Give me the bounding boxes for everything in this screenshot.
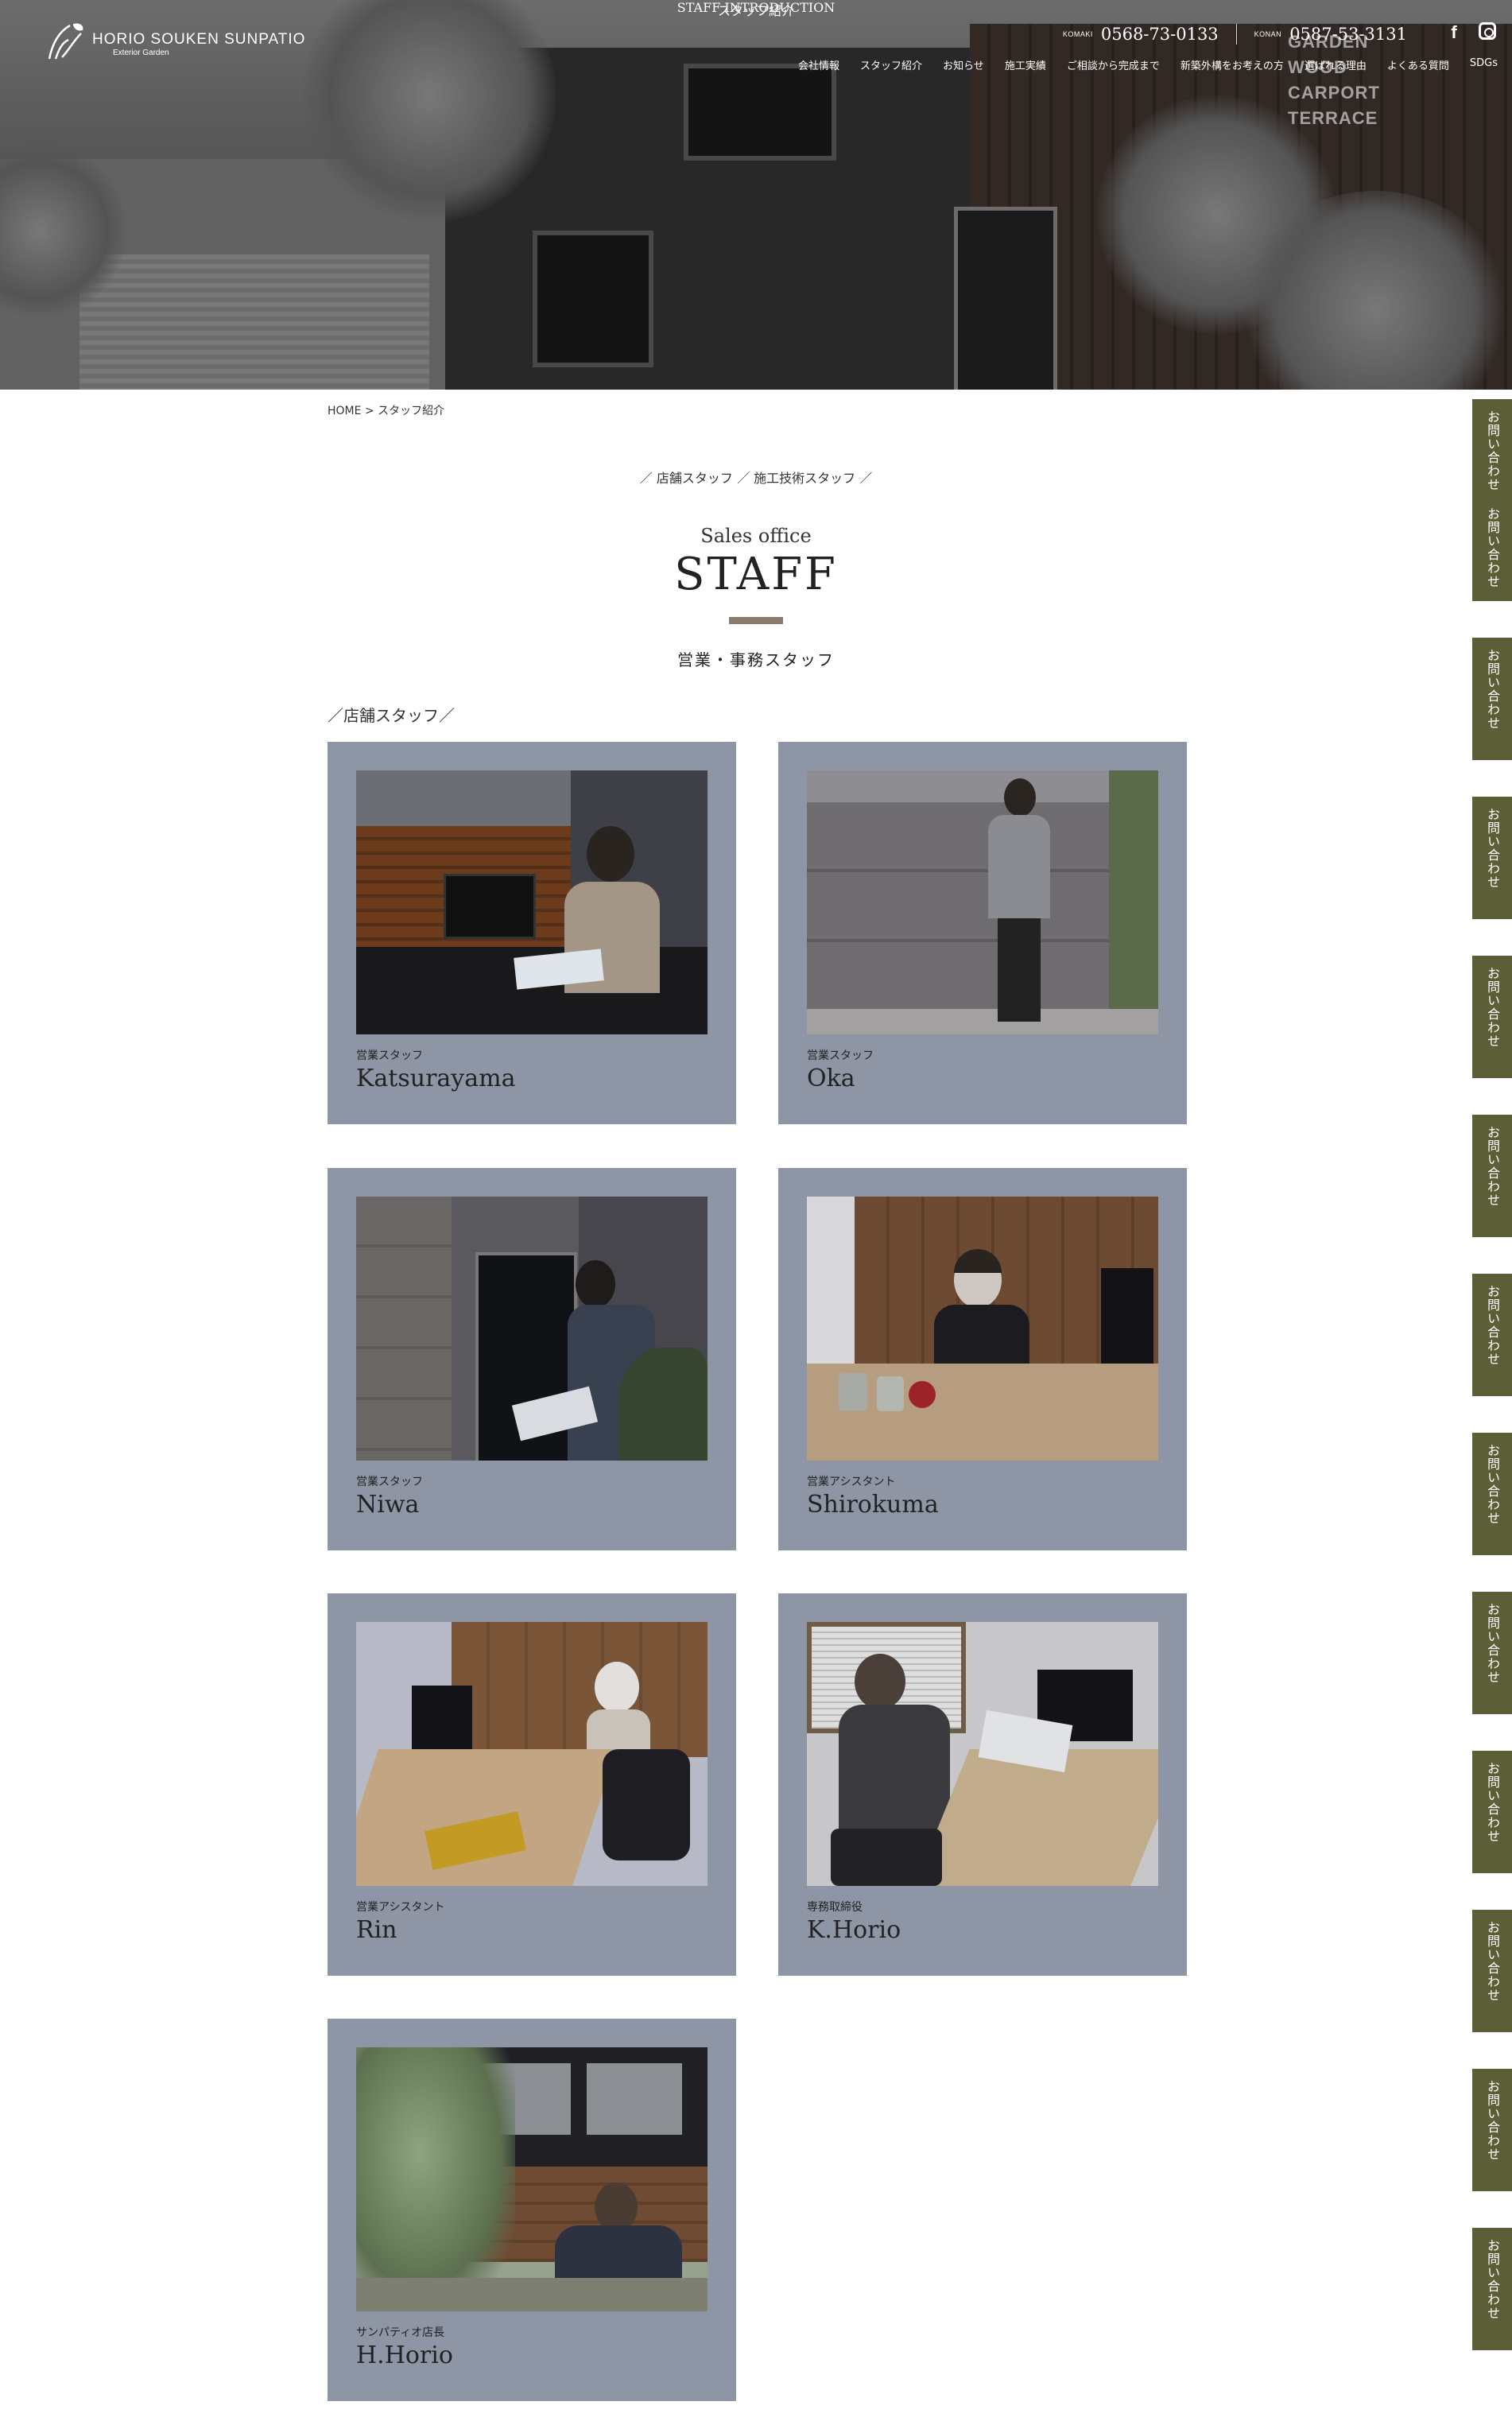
staff-name: Niwa [356,1491,420,1519]
logo-mark-icon [38,19,87,68]
side-contact-tab[interactable]: お問い合わせ [1472,797,1512,919]
facebook-icon[interactable]: f [1444,22,1464,43]
site-logo[interactable]: HORIO SOUKEN SUNPATIO Exterior Garden [38,19,305,68]
logo-text: HORIO SOUKEN SUNPATIO [92,30,306,48]
side-contact-tab-label: お問い合わせ [1485,649,1500,730]
phone-number-link[interactable]: 0568-73-0133 [1101,25,1219,44]
staff-photo [807,770,1158,1034]
hero-title-ja: スタッフ紹介 [717,3,794,18]
phone-area-label: KOMAKI [1062,30,1093,38]
side-contact-tab[interactable]: お問い合わせ [1472,1115,1512,1237]
section-label-en: Sales office [700,525,812,547]
side-contact-tab[interactable]: お問い合わせ [1472,638,1512,760]
staff-role: 営業スタッフ [807,1049,874,1062]
global-nav: 会社情報 スタッフ紹介 お知らせ 施工実績 ご相談から完成まで 新築外構をお考え… [798,57,1498,72]
group-label: ／店舗スタッフ／ [328,706,455,725]
breadcrumb: HOME > スタッフ紹介 [328,402,444,418]
staff-card: 専務取締役 K.Horio [778,1593,1187,1976]
staff-role: 営業アシスタント [807,1476,896,1488]
side-contact-tab[interactable]: お問い合わせ [1472,1751,1512,1873]
staff-card: 営業スタッフ Niwa [328,1168,736,1550]
staff-card: 営業スタッフ Katsurayama [328,742,736,1124]
side-contact-tab-label: お問い合わせ [1485,967,1500,1048]
staff-photo [356,1197,708,1461]
side-contact-tab[interactable]: お問い合わせ [1472,2069,1512,2191]
phone-numbers: KOMAKI 0568-73-0133 KONAN 0587-53-3131 [1063,24,1407,45]
staff-role: 営業スタッフ [356,1049,423,1062]
staff-photo [807,1197,1158,1461]
side-contact-tab[interactable]: お問い合わせ [1472,1274,1512,1396]
staff-role: 営業スタッフ [356,1476,423,1488]
staff-name: K.Horio [807,1916,901,1944]
staff-photo [356,2047,708,2311]
side-contact-tab-label: お問い合わせ [1485,2080,1500,2161]
staff-name: Katsurayama [356,1065,516,1092]
breadcrumb-home-link[interactable]: HOME [328,405,361,417]
staff-card: 営業アシスタント Shirokuma [778,1168,1187,1550]
staff-anchor-nav: ／ 店舗スタッフ ／ 施工技術スタッフ ／ [0,468,1512,487]
side-contact-tab-label: お問い合わせ [1485,1285,1500,1366]
section-subtitle: 営業・事務スタッフ [677,650,835,669]
breadcrumb-separator: > [364,405,374,417]
staff-name: Rin [356,1916,397,1944]
nav-item-new-build[interactable]: 新築外構をお考えの方 [1181,57,1284,72]
staff-photo [356,770,708,1034]
nav-item-staff[interactable]: スタッフ紹介 [860,57,922,72]
hero-banner: GARDEN WOOD CARPORT TERRACE HORIO SOUKEN… [0,0,1512,390]
staff-role: 専務取締役 [807,1901,863,1914]
social-links: f [1444,22,1496,43]
subnav-item-construction-staff[interactable]: 施工技術スタッフ [754,471,855,486]
side-contact-tab-label: お問い合わせ [1485,1444,1500,1525]
side-contact-tab-label: お問い合わせ [1485,1603,1500,1684]
phone-number-link[interactable]: 0587-53-3131 [1289,25,1407,44]
side-contact-tab[interactable]: お問い合わせ [1472,1910,1512,2032]
side-contact-tab-label: お問い合わせ [1485,2239,1500,2320]
nav-item-sdgs[interactable]: SDGs [1470,57,1498,72]
nav-item-news[interactable]: お知らせ [943,57,984,72]
side-contact-tab[interactable]: お問い合わせ [1472,1592,1512,1714]
side-contact-tab-label: お問い合わせ [1485,1921,1500,2002]
nav-item-faq[interactable]: よくある質問 [1387,57,1449,72]
section-title-underline [729,617,783,624]
staff-photo [356,1622,708,1886]
instagram-icon[interactable] [1479,22,1496,40]
staff-card: 営業スタッフ Oka [778,742,1187,1124]
side-contact-tab[interactable]: お問い合わせ [1472,1433,1512,1555]
side-contact-tab-label: お問い合わせ [1485,1762,1500,1843]
staff-role: サンパティオ店長 [356,2326,445,2339]
side-contact-tab[interactable]: お問い合わせ [1472,956,1512,1078]
breadcrumb-current: スタッフ紹介 [378,405,445,417]
side-contact-tab-label: お問い合わせ お問い合わせ [1485,410,1500,588]
subnav-separator: ／ [859,471,873,486]
side-contact-tab[interactable]: お問い合わせ [1472,2228,1512,2350]
nav-item-reasons[interactable]: 選ばれる理由 [1305,57,1367,72]
subnav-separator: ／ [639,471,653,486]
phone-divider [1235,24,1237,45]
staff-role: 営業アシスタント [356,1901,445,1914]
subnav-separator: ／ [736,471,750,486]
section-title: STAFF [674,549,838,600]
nav-item-works[interactable]: 施工実績 [1005,57,1046,72]
staff-name: Shirokuma [807,1491,939,1519]
staff-name: H.Horio [356,2341,453,2369]
phone-area-label: KONAN [1254,30,1282,38]
side-contact-tab[interactable]: お問い合わせ お問い合わせ [1472,399,1512,601]
staff-photo [807,1622,1158,1886]
side-contact-tab-label: お問い合わせ [1485,808,1500,889]
nav-item-flow[interactable]: ご相談から完成まで [1067,57,1160,72]
staff-name: Oka [807,1065,855,1092]
side-contact-tab-label: お問い合わせ [1485,1126,1500,1207]
nav-item-company[interactable]: 会社情報 [798,57,839,72]
staff-card: 営業アシスタント Rin [328,1593,736,1976]
staff-card: サンパティオ店長 H.Horio [328,2019,736,2401]
logo-subtext: Exterior Garden [113,48,169,57]
subnav-item-store-staff[interactable]: 店舗スタッフ [657,471,733,486]
